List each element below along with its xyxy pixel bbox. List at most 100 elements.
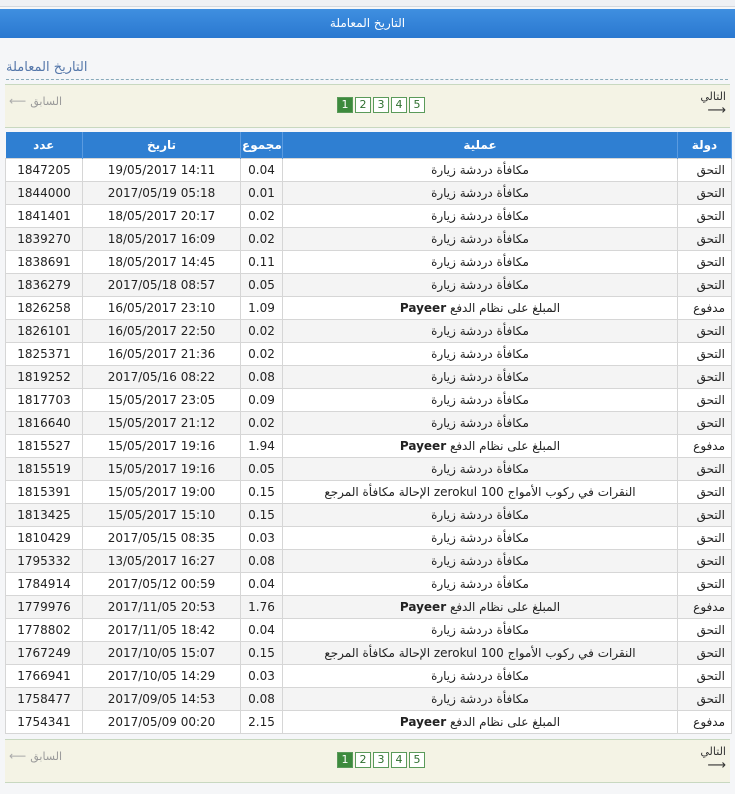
operation-text: مكافأة دردشة زيارة <box>431 186 529 200</box>
cell-amount: 0.02 <box>240 319 283 343</box>
cell-date: 15/05/2017 21:12 <box>82 411 241 435</box>
operation-text: مكافأة دردشة زيارة <box>431 416 529 430</box>
cell-date: 2017/09/05 14:53 <box>82 687 241 711</box>
table-row: 1815519 15/05/2017 19:16 0.05 مكافأة دردشة … <box>5 457 732 481</box>
page-3-button[interactable]: 3 <box>373 97 389 113</box>
cell-operation: مكافأة دردشة زيارة <box>282 319 678 343</box>
cell-amount: 0.08 <box>240 687 283 711</box>
cell-operation: مكافأة دردشة زيارة <box>282 181 678 205</box>
cell-status: التحق <box>677 664 732 688</box>
page-3-button[interactable]: 3 <box>373 752 389 768</box>
table-row: 1836279 2017/05/18 08:57 0.05 مكافأة دردشة … <box>5 273 732 297</box>
table-header-row: عدد تاريخ مجموع عملية دولة <box>5 132 732 159</box>
table-row: 1839270 18/05/2017 16:09 0.02 مكافأة دردشة … <box>5 227 732 251</box>
cell-number: 1838691 <box>5 250 83 274</box>
page-numbers: 1 2 3 4 5 <box>337 97 425 113</box>
page-5-button[interactable]: 5 <box>409 97 425 113</box>
operation-text: مكافأة دردشة زيارة <box>431 324 529 338</box>
cell-operation: مكافأة دردشة زيارة <box>282 342 678 366</box>
cell-operation: مكافأة دردشة زيارة <box>282 572 678 596</box>
column-header-number[interactable]: عدد <box>5 132 83 159</box>
cell-amount: 0.11 <box>240 250 283 274</box>
cell-operation: المبلغ على نظام الدفع Payeer <box>282 595 678 619</box>
cell-operation: مكافأة دردشة زيارة <box>282 204 678 228</box>
cell-date: 15/05/2017 19:16 <box>82 457 241 481</box>
cell-amount: 0.08 <box>240 365 283 389</box>
cell-operation: مكافأة دردشة زيارة <box>282 503 678 527</box>
table-row: 1819252 2017/05/16 08:22 0.08 مكافأة دردشة … <box>5 365 732 389</box>
cell-operation: المبلغ على نظام الدفع Payeer <box>282 434 678 458</box>
table-row: 1810429 2017/05/15 08:35 0.03 مكافأة دردشة … <box>5 526 732 550</box>
table-row: 1778802 2017/11/05 18:42 0.04 مكافأة دردشة … <box>5 618 732 642</box>
operation-text: مكافأة دردشة زيارة <box>431 531 529 545</box>
cell-status: التحق <box>677 273 732 297</box>
cell-number: 1810429 <box>5 526 83 550</box>
cell-status: مدفوع <box>677 595 732 619</box>
cell-status: مدفوع <box>677 710 732 734</box>
next-link[interactable]: التالي ⟶ <box>700 745 726 773</box>
cell-amount: 0.15 <box>240 503 283 527</box>
cell-amount: 0.02 <box>240 342 283 366</box>
arrow-left-icon: ⟵ <box>9 94 27 108</box>
cell-status: التحق <box>677 549 732 573</box>
cell-operation: النقرات في ركوب الأمواج zerokul 100 الإح… <box>282 480 678 504</box>
table-row: 1847205 19/05/2017 14:11 0.04 مكافأة دردشة … <box>5 158 732 182</box>
operation-text: مكافأة دردشة زيارة <box>431 163 529 177</box>
table-row: 1813425 15/05/2017 15:10 0.15 مكافأة دردشة … <box>5 503 732 527</box>
column-header-operation[interactable]: عملية <box>282 132 678 159</box>
cell-operation: المبلغ على نظام الدفع Payeer <box>282 710 678 734</box>
arrow-left-icon: ⟵ <box>9 749 27 763</box>
operation-text: مكافأة دردشة زيارة <box>431 393 529 407</box>
cell-number: 1847205 <box>5 158 83 182</box>
cell-operation: مكافأة دردشة زيارة <box>282 411 678 435</box>
cell-date: 2017/11/05 18:42 <box>82 618 241 642</box>
cell-number: 1825371 <box>5 342 83 366</box>
cell-status: التحق <box>677 158 732 182</box>
cell-amount: 0.02 <box>240 227 283 251</box>
table-row: 1825371 16/05/2017 21:36 0.02 مكافأة دردشة … <box>5 342 732 366</box>
cell-amount: 0.03 <box>240 664 283 688</box>
cell-number: 1784914 <box>5 572 83 596</box>
column-header-amount[interactable]: مجموع <box>240 132 283 159</box>
prev-link[interactable]: ⟵ السابق <box>9 749 62 763</box>
cell-operation: مكافأة دردشة زيارة <box>282 158 678 182</box>
prev-link[interactable]: ⟵ السابق <box>9 94 62 108</box>
cell-date: 16/05/2017 21:36 <box>82 342 241 366</box>
cell-operation: المبلغ على نظام الدفع Payeer <box>282 296 678 320</box>
cell-status: التحق <box>677 227 732 251</box>
page-4-button[interactable]: 4 <box>391 752 407 768</box>
prev-label: السابق <box>30 750 63 763</box>
table-body: 1847205 19/05/2017 14:11 0.04 مكافأة دردشة … <box>5 158 732 734</box>
pagination-top: ⟵ السابق 1 2 3 4 5 التالي ⟶ <box>5 84 730 128</box>
page-2-button[interactable]: 2 <box>355 752 371 768</box>
cell-date: 19/05/2017 14:11 <box>82 158 241 182</box>
cell-number: 1795332 <box>5 549 83 573</box>
cell-number: 1758477 <box>5 687 83 711</box>
cell-number: 1779976 <box>5 595 83 619</box>
cell-amount: 0.05 <box>240 273 283 297</box>
page-1-button[interactable]: 1 <box>337 97 353 113</box>
column-header-status[interactable]: دولة <box>677 132 732 159</box>
cell-status: التحق <box>677 526 732 550</box>
payment-system-name: Payeer <box>399 600 447 614</box>
next-link[interactable]: التالي ⟶ <box>700 90 726 118</box>
cell-number: 1816640 <box>5 411 83 435</box>
cell-date: 2017/05/18 08:57 <box>82 273 241 297</box>
operation-text: النقرات في ركوب الأمواج zerokul 100 الإح… <box>324 646 636 660</box>
column-header-date[interactable]: تاريخ <box>82 132 241 159</box>
arrow-right-icon: ⟶ <box>707 103 726 118</box>
cell-number: 1754341 <box>5 710 83 734</box>
cell-amount: 2.15 <box>240 710 283 734</box>
table-row: 1826258 16/05/2017 23:10 1.09 المبلغ على نظ… <box>5 296 732 320</box>
cell-status: التحق <box>677 618 732 642</box>
cell-operation: مكافأة دردشة زيارة <box>282 618 678 642</box>
table-row: 1758477 2017/09/05 14:53 0.08 مكافأة دردشة … <box>5 687 732 711</box>
cell-operation: مكافأة دردشة زيارة <box>282 273 678 297</box>
page-5-button[interactable]: 5 <box>409 752 425 768</box>
page-4-button[interactable]: 4 <box>391 97 407 113</box>
cell-amount: 0.09 <box>240 388 283 412</box>
page-2-button[interactable]: 2 <box>355 97 371 113</box>
cell-number: 1841401 <box>5 204 83 228</box>
cell-number: 1819252 <box>5 365 83 389</box>
page-1-button[interactable]: 1 <box>337 752 353 768</box>
